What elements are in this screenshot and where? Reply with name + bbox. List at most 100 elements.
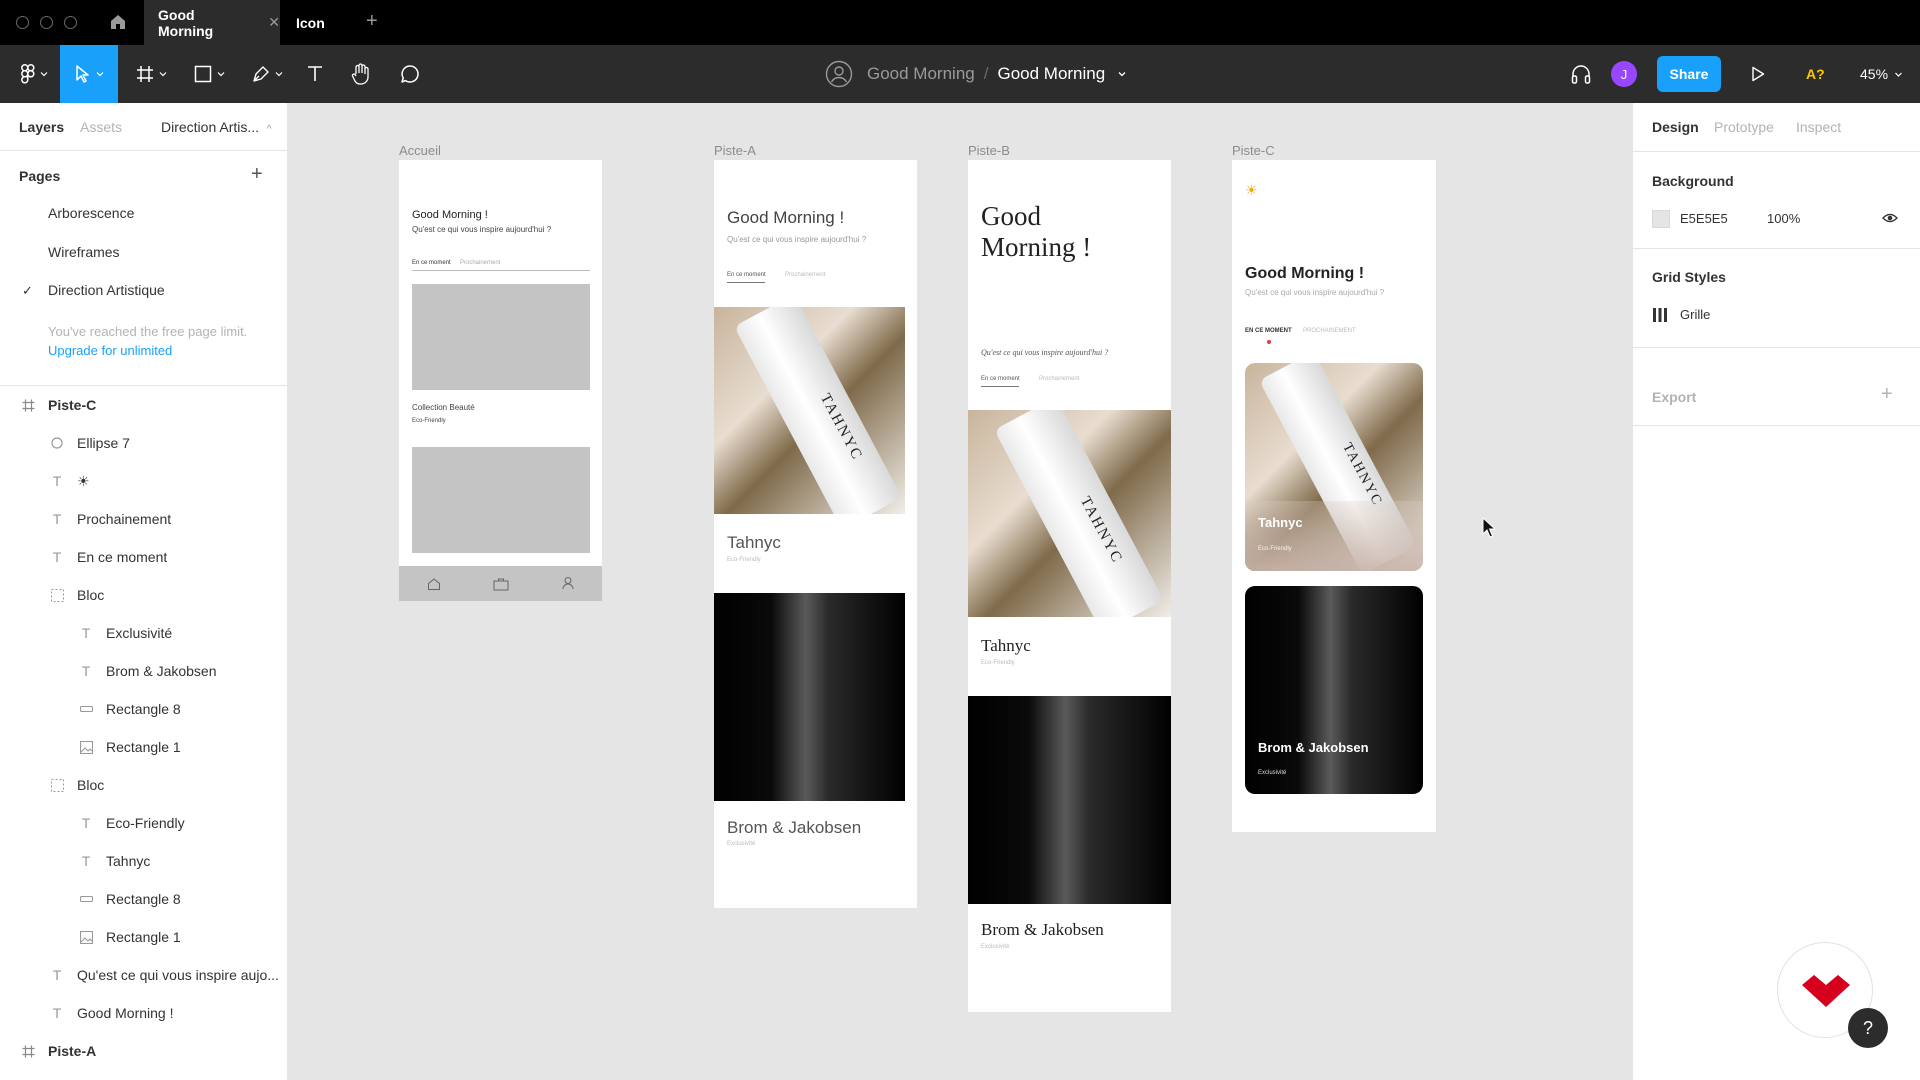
team-avatar-icon[interactable] xyxy=(823,45,855,103)
layer-item[interactable]: Rectangle 1 xyxy=(0,918,287,956)
design-canvas[interactable]: Accueil Good Morning ! Qu'est ce qui vou… xyxy=(289,103,1632,1080)
add-page-icon[interactable]: + xyxy=(251,163,263,186)
shape-tool-button[interactable] xyxy=(186,45,232,103)
background-color-swatch[interactable] xyxy=(1652,210,1670,228)
image-icon xyxy=(78,739,94,755)
help-button[interactable]: ? xyxy=(1848,1008,1888,1048)
layer-item[interactable]: T Exclusivité xyxy=(0,614,287,652)
comment-tool-button[interactable] xyxy=(395,45,425,103)
frame-label[interactable]: Piste-B xyxy=(968,143,1010,158)
layer-item[interactable]: Ellipse 7 xyxy=(0,424,287,462)
upgrade-link[interactable]: Upgrade for unlimited xyxy=(48,341,247,360)
main-menu-button[interactable] xyxy=(10,45,58,103)
text-icon: T xyxy=(81,663,91,679)
title-line: Morning ! xyxy=(981,232,1092,262)
text-icon: T xyxy=(52,1005,62,1021)
layer-item[interactable]: Rectangle 1 xyxy=(0,728,287,766)
frame-title: Good Morning ! xyxy=(981,201,1091,263)
new-tab-icon[interactable]: + xyxy=(366,10,378,33)
bottle-shape xyxy=(733,307,903,514)
window-close-button[interactable] xyxy=(16,16,29,29)
tab-inactive: Prochainement xyxy=(785,272,826,278)
tab-label: Good Morning xyxy=(158,6,214,39)
share-button[interactable]: Share xyxy=(1657,56,1721,92)
layer-item[interactable]: Rectangle 8 xyxy=(0,880,287,918)
page-arborescence[interactable]: Arborescence xyxy=(48,205,134,221)
frame-accueil[interactable]: Good Morning ! Qu'est ce qui vous inspir… xyxy=(399,160,602,601)
background-opacity-value[interactable]: 100% xyxy=(1767,211,1800,226)
breadcrumb-file[interactable]: Good Morning xyxy=(997,64,1105,84)
zoom-dropdown[interactable]: 45% xyxy=(1860,45,1903,103)
layer-frame[interactable]: Piste-A xyxy=(0,1032,287,1070)
divider xyxy=(1633,425,1920,426)
layer-name: Tahnyc xyxy=(106,853,151,869)
eye-icon[interactable] xyxy=(1882,212,1898,224)
frame-piste-a[interactable]: Good Morning ! Qu'est ce qui vous inspir… xyxy=(714,160,917,908)
text-tool-button[interactable] xyxy=(300,45,330,103)
frame-piste-b[interactable]: Good Morning ! Qu'est ce qui vous inspir… xyxy=(968,160,1171,1012)
breadcrumb-team[interactable]: Good Morning xyxy=(867,64,975,84)
tab-inspect[interactable]: Inspect xyxy=(1796,119,1841,135)
layer-item[interactable]: T Qu'est ce qui vous inspire aujo... xyxy=(0,956,280,994)
frame-label[interactable]: Piste-C xyxy=(1232,143,1275,158)
tab-design[interactable]: Design xyxy=(1652,119,1699,135)
layer-item[interactable]: Bloc xyxy=(0,766,287,804)
page-direction-artistique[interactable]: Direction Artistique xyxy=(48,282,165,298)
tab-layers[interactable]: Layers xyxy=(19,119,64,135)
pen-tool-button[interactable] xyxy=(244,45,290,103)
tab-assets[interactable]: Assets xyxy=(80,119,122,135)
tab-icon[interactable]: Icon xyxy=(282,0,342,45)
product-card-brom-jakobsen[interactable]: Brom & Jakobsen Exclusivité xyxy=(1245,586,1423,794)
close-tab-icon[interactable]: ✕ xyxy=(268,14,280,31)
home-icon[interactable] xyxy=(108,12,128,32)
move-tool-button[interactable] xyxy=(60,45,118,103)
layer-frame[interactable]: Piste-C xyxy=(0,386,287,424)
layer-item[interactable]: T ☀ xyxy=(0,462,287,500)
chevron-down-icon xyxy=(96,72,103,77)
frame-title: Good Morning ! xyxy=(412,209,488,221)
layer-item[interactable]: T Tahnyc xyxy=(0,842,287,880)
product-card-tahnyc[interactable]: TAHNYC Tahnyc Eco-Friendly xyxy=(1245,363,1423,571)
frame-title: Good Morning ! xyxy=(1245,265,1365,282)
frame-tool-button[interactable] xyxy=(128,45,174,103)
present-button[interactable] xyxy=(1746,45,1770,103)
sun-icon: ☀ xyxy=(1245,182,1258,198)
audio-headphones-icon[interactable] xyxy=(1568,45,1594,103)
tab-underline xyxy=(981,386,1019,387)
grid-style-name[interactable]: Grille xyxy=(1680,307,1710,322)
frame-label[interactable]: Accueil xyxy=(399,143,441,158)
rectangle-icon xyxy=(78,891,94,907)
rectangle-icon xyxy=(78,701,94,717)
ai-assistant-button[interactable]: A? xyxy=(1806,45,1825,103)
tab-good-morning[interactable]: Good Morning ✕ xyxy=(144,0,280,45)
text-icon: T xyxy=(52,549,62,565)
card-tag: Exclusivité xyxy=(1258,770,1287,776)
layer-item[interactable]: T En ce moment xyxy=(0,538,287,576)
background-hex-value[interactable]: E5E5E5 xyxy=(1680,211,1728,226)
tab-prototype[interactable]: Prototype xyxy=(1714,119,1774,135)
layer-item[interactable]: Bloc xyxy=(0,576,287,614)
card-title: Tahnyc xyxy=(727,533,781,552)
window-minimize-button[interactable] xyxy=(40,16,53,29)
page-wireframes[interactable]: Wireframes xyxy=(48,244,120,260)
chevron-down-icon[interactable] xyxy=(1117,69,1127,79)
layer-item[interactable]: T Brom & Jakobsen xyxy=(0,652,287,690)
layer-name: Rectangle 8 xyxy=(106,891,181,907)
layer-item[interactable]: T Eco-Friendly xyxy=(0,804,287,842)
bottle-shape xyxy=(994,410,1164,617)
layers-panel: Layers Assets Direction Artis... ^ Pages… xyxy=(0,103,288,1080)
frame-label[interactable]: Piste-A xyxy=(714,143,756,158)
title-line: Good xyxy=(981,201,1041,231)
user-avatar[interactable]: J xyxy=(1611,61,1637,87)
window-zoom-button[interactable] xyxy=(64,16,77,29)
layer-item[interactable]: T Prochainement xyxy=(0,500,287,538)
pen-icon xyxy=(252,66,269,82)
layer-item[interactable]: Rectangle 8 xyxy=(0,690,287,728)
layer-name: ☀ xyxy=(77,472,90,489)
frame-piste-c[interactable]: ☀ Good Morning ! Qu'est ce qui vous insp… xyxy=(1232,160,1436,832)
layer-item[interactable]: T Good Morning ! xyxy=(0,994,287,1032)
mouse-cursor-icon xyxy=(1482,517,1497,538)
add-export-icon[interactable]: + xyxy=(1881,383,1893,406)
current-page-selector[interactable]: Direction Artis... ^ xyxy=(161,119,272,135)
hand-tool-button[interactable] xyxy=(346,45,376,103)
